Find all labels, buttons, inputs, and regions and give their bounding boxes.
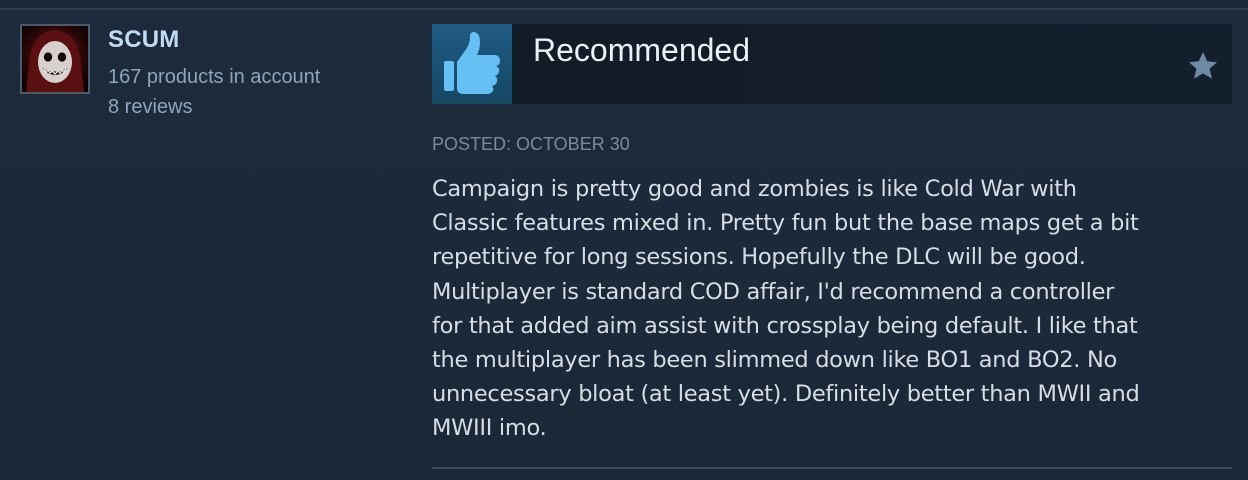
review-body-line: repetitive for long sessions. Hopefully … [432, 244, 1086, 271]
review-body-line: MWIII imo. [432, 415, 547, 442]
avatar[interactable] [20, 24, 90, 94]
red-hooded-grin-avatar [26, 30, 84, 92]
author-reviews-count[interactable]: 8 reviews [108, 96, 192, 119]
review-body-line: for that added aim assist with crossplay… [432, 312, 1138, 339]
thumbs-up-badge [432, 24, 512, 104]
star-icon[interactable] [1186, 49, 1220, 83]
vote-header: Recommended [432, 24, 1232, 104]
review-body-line: Multiplayer is standard COD affair, I'd … [432, 278, 1115, 305]
review-body: Campaign is pretty good and zombies is l… [432, 172, 1232, 446]
vote-label[interactable]: Recommended [533, 32, 750, 69]
posted-date: POSTED: OCTOBER 30 [432, 134, 630, 154]
author-name[interactable]: SCUM [108, 26, 179, 54]
review-body-line: Classic features mixed in. Pretty fun bu… [432, 210, 1139, 237]
review-body-line: the multiplayer has been slimmed down li… [432, 347, 1117, 374]
thumbs-up-icon [444, 32, 500, 94]
top-divider [0, 0, 1248, 10]
author-products-count[interactable]: 167 products in account [108, 66, 320, 89]
bottom-divider [432, 467, 1232, 469]
review-body-line: unnecessary bloat (at least yet). Defini… [432, 381, 1140, 408]
review-body-line: Campaign is pretty good and zombies is l… [432, 176, 1077, 202]
